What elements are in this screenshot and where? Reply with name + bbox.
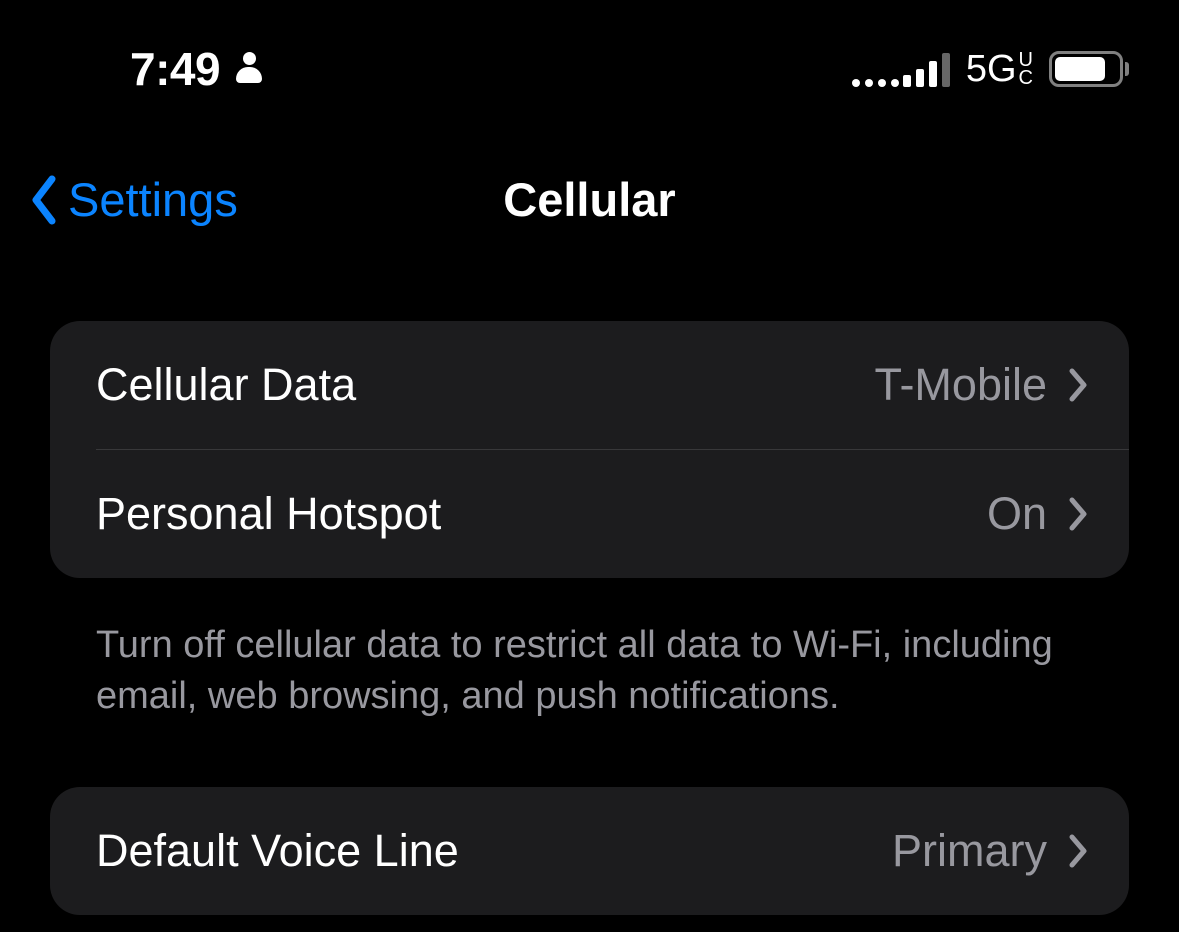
status-bar-right: 5G U C [856, 48, 1129, 91]
chevron-right-icon [1069, 834, 1089, 868]
settings-group: Cellular Data T-Mobile Personal Hotspot … [50, 321, 1129, 578]
back-button[interactable]: Settings [30, 172, 238, 227]
row-value: T-Mobile [874, 359, 1047, 411]
settings-group: Default Voice Line Primary [50, 787, 1129, 915]
row-label: Cellular Data [96, 359, 356, 411]
status-bar-left: 7:49 [130, 42, 264, 96]
row-value: On [987, 488, 1047, 540]
chevron-right-icon [1069, 497, 1089, 531]
network-type: 5G U C [966, 48, 1033, 91]
default-voice-line-row[interactable]: Default Voice Line Primary [50, 787, 1129, 915]
page-title: Cellular [503, 172, 675, 227]
row-value: Primary [892, 825, 1047, 877]
personal-hotspot-row[interactable]: Personal Hotspot On [50, 450, 1129, 578]
chevron-right-icon [1069, 368, 1089, 402]
cellular-data-row[interactable]: Cellular Data T-Mobile [50, 321, 1129, 449]
status-bar: 7:49 5G U C [0, 0, 1179, 100]
row-label: Default Voice Line [96, 825, 459, 877]
group-footer: Turn off cellular data to restrict all d… [50, 602, 1129, 787]
cellular-signal-icon [856, 51, 950, 87]
content: Cellular Data T-Mobile Personal Hotspot … [0, 267, 1179, 915]
back-label: Settings [68, 172, 238, 227]
chevron-left-icon [30, 175, 60, 225]
profile-icon [234, 52, 264, 86]
nav-header: Settings Cellular [0, 100, 1179, 267]
row-label: Personal Hotspot [96, 488, 441, 540]
status-time: 7:49 [130, 42, 220, 96]
battery-icon [1049, 51, 1129, 87]
